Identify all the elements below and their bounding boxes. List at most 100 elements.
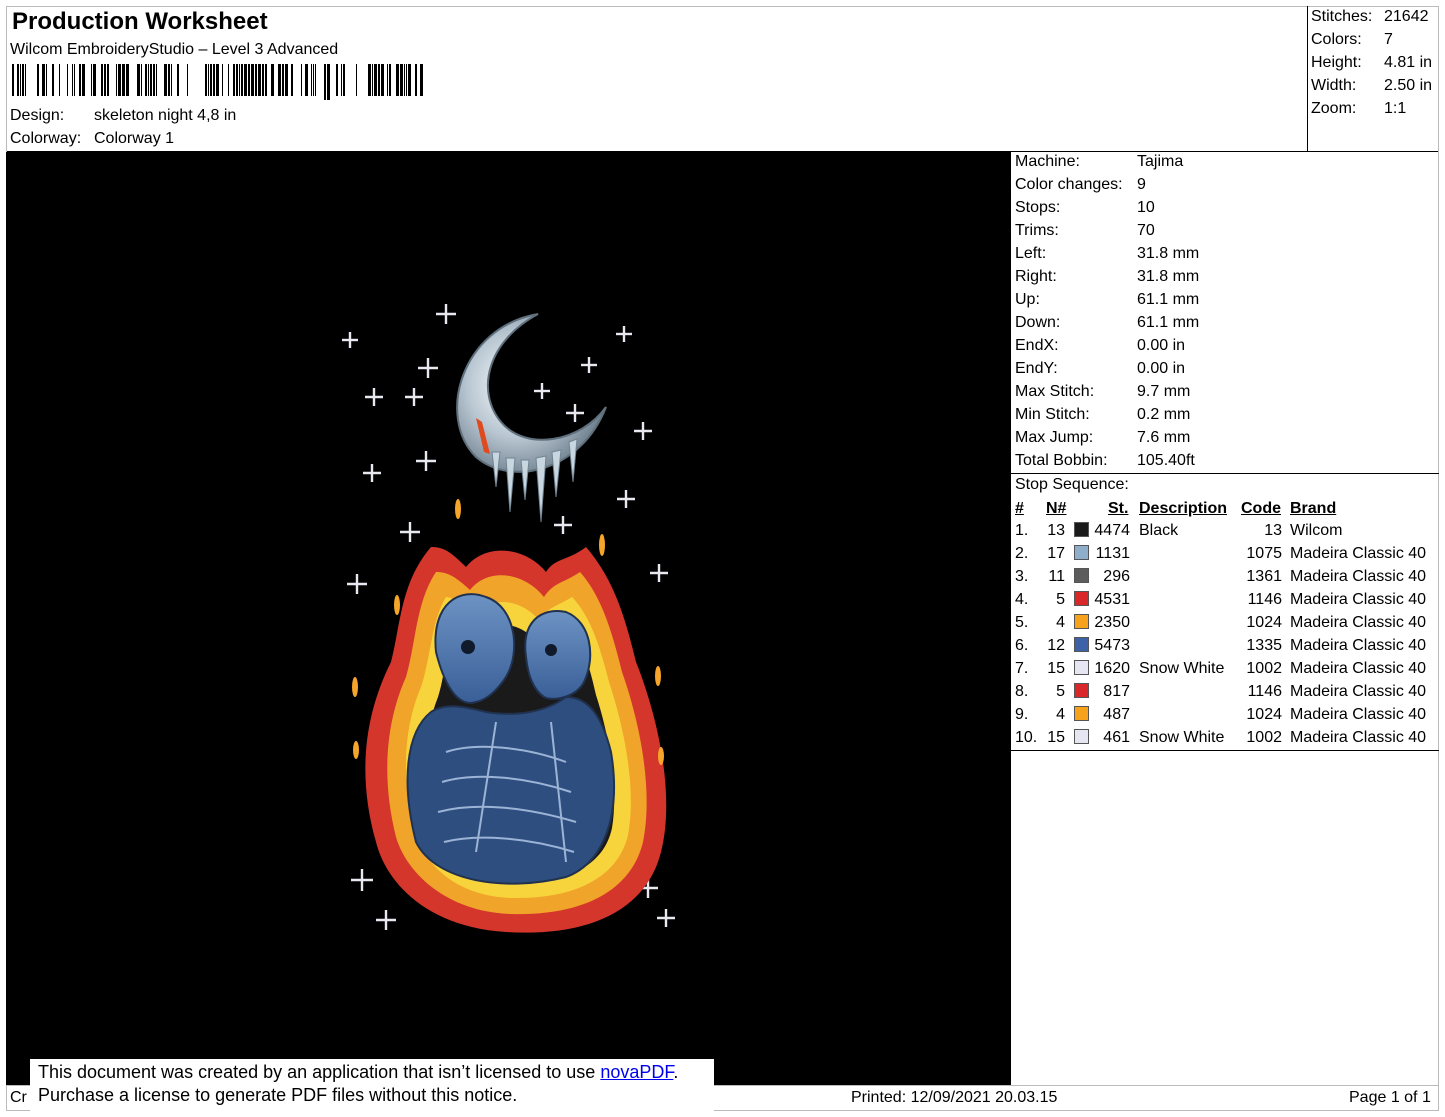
colorway-value: Colorway 1 xyxy=(94,130,175,147)
info-label: Up: xyxy=(1015,291,1040,308)
info-value: 105.40ft xyxy=(1137,452,1195,469)
color-swatch xyxy=(1074,706,1089,721)
color-swatch xyxy=(1074,591,1089,606)
table-row: 6. 12 5473 1335 Madeira Classic 40 xyxy=(1012,637,1438,660)
notice-period: . xyxy=(673,1062,679,1082)
license-notice: This document was created by an applicat… xyxy=(30,1059,714,1111)
truncated-footer-text: Cr xyxy=(10,1089,27,1106)
info-row: EndY: 0.00 in xyxy=(1015,360,1185,378)
row-stitches: 817 xyxy=(1103,683,1130,700)
row-brand: Madeira Classic 40 xyxy=(1290,591,1427,608)
row-stitches: 4531 xyxy=(1094,591,1130,608)
row-num: 8. xyxy=(1015,683,1029,700)
info-row: Min Stitch: 0.2 mm xyxy=(1015,406,1190,424)
barcode xyxy=(12,64,423,100)
row-num: 6. xyxy=(1015,637,1029,654)
row-num: 9. xyxy=(1015,706,1029,723)
row-needle: 5 xyxy=(1056,591,1065,608)
design-value: skeleton night 4,8 in xyxy=(94,107,237,124)
table-row: 2. 17 1131 1075 Madeira Classic 40 xyxy=(1012,545,1438,568)
info-value: 7.6 mm xyxy=(1137,429,1191,446)
row-brand: Madeira Classic 40 xyxy=(1290,545,1427,562)
row-num: 4. xyxy=(1015,591,1029,608)
col-header-brand: Brand xyxy=(1290,500,1337,517)
row-needle: 4 xyxy=(1056,706,1065,723)
row-brand: Madeira Classic 40 xyxy=(1290,706,1427,723)
row-code: 1024 xyxy=(1246,614,1282,631)
stat-value-stitches: 21642 xyxy=(1384,8,1429,25)
row-brand: Madeira Classic 40 xyxy=(1290,637,1427,654)
novapdf-link[interactable]: novaPDF xyxy=(600,1062,673,1082)
notice-line-2: Purchase a license to generate PDF files… xyxy=(38,1085,518,1105)
row-description: Black xyxy=(1139,522,1179,539)
stats-divider xyxy=(1307,6,1308,152)
row-code: 1361 xyxy=(1246,568,1282,585)
table-row: 8. 5 817 1146 Madeira Classic 40 xyxy=(1012,683,1438,706)
info-value: 70 xyxy=(1137,222,1155,239)
info-row: Right: 31.8 mm xyxy=(1015,268,1199,286)
color-swatch xyxy=(1074,660,1089,675)
info-value: 61.1 mm xyxy=(1137,291,1200,308)
color-swatch xyxy=(1074,729,1089,744)
row-needle: 15 xyxy=(1047,729,1065,746)
color-swatch xyxy=(1074,568,1089,583)
row-needle: 11 xyxy=(1048,568,1065,585)
info-label: Max Jump: xyxy=(1015,429,1094,446)
color-swatch xyxy=(1074,614,1089,629)
design-preview xyxy=(6,152,1011,1085)
info-value: 0.00 in xyxy=(1137,360,1186,377)
row-num: 7. xyxy=(1015,660,1029,677)
row-needle: 12 xyxy=(1047,637,1065,654)
software-name: Wilcom EmbroideryStudio – Level 3 Advanc… xyxy=(10,41,339,58)
stat-label-colors: Colors: xyxy=(1311,31,1362,48)
row-num: 1. xyxy=(1015,522,1029,539)
info-row: Machine: Tajima xyxy=(1015,153,1183,171)
info-label: Down: xyxy=(1015,314,1061,331)
info-label: Machine: xyxy=(1015,153,1080,170)
row-code: 13 xyxy=(1264,522,1282,539)
info-label: EndX: xyxy=(1015,337,1059,354)
row-brand: Wilcom xyxy=(1290,522,1343,539)
info-label: Min Stitch: xyxy=(1015,406,1090,423)
row-brand: Madeira Classic 40 xyxy=(1290,729,1427,746)
info-value: 31.8 mm xyxy=(1137,268,1200,285)
info-value: 0.00 in xyxy=(1137,337,1186,354)
row-stitches: 296 xyxy=(1103,568,1130,585)
color-swatch xyxy=(1074,683,1089,698)
table-row: 10. 15 461 Snow White 1002 Madeira Classic 40 xyxy=(1012,729,1438,752)
stat-value-zoom: 1:1 xyxy=(1384,100,1407,117)
info-row: Color changes: 9 xyxy=(1015,176,1146,194)
row-code: 1146 xyxy=(1247,683,1282,700)
info-label: Right: xyxy=(1015,268,1057,285)
row-brand: Madeira Classic 40 xyxy=(1290,683,1427,700)
row-stitches: 5473 xyxy=(1094,637,1130,654)
info-row: Left: 31.8 mm xyxy=(1015,245,1199,263)
info-label: Total Bobbin: xyxy=(1015,452,1108,469)
info-row: Max Stitch: 9.7 mm xyxy=(1015,383,1190,401)
row-needle: 15 xyxy=(1047,660,1065,677)
row-stitches: 461 xyxy=(1103,729,1130,746)
page-title: Production Worksheet xyxy=(12,8,268,35)
table-row: 3. 11 296 1361 Madeira Classic 40 xyxy=(1012,568,1438,591)
table-row: 9. 4 487 1024 Madeira Classic 40 xyxy=(1012,706,1438,729)
stat-value-colors: 7 xyxy=(1384,31,1393,48)
info-row: Max Jump: 7.6 mm xyxy=(1015,429,1190,447)
col-header-stitches: St. xyxy=(1108,500,1129,517)
stat-label-height: Height: xyxy=(1311,54,1362,71)
col-header-description: Description xyxy=(1139,500,1228,517)
printed-timestamp: Printed: 12/09/2021 20.03.15 xyxy=(851,1089,1058,1106)
info-label: EndY: xyxy=(1015,360,1058,377)
row-stitches: 487 xyxy=(1103,706,1130,723)
row-needle: 13 xyxy=(1047,522,1065,539)
row-stitches: 1131 xyxy=(1095,545,1130,562)
row-code: 1002 xyxy=(1246,660,1282,677)
info-label: Left: xyxy=(1015,245,1047,262)
row-stitches: 1620 xyxy=(1094,660,1130,677)
info-label: Trims: xyxy=(1015,222,1059,239)
row-num: 2. xyxy=(1015,545,1029,562)
row-stitches: 2350 xyxy=(1094,614,1130,631)
row-stitches: 4474 xyxy=(1094,522,1130,539)
skeleton-couple xyxy=(406,593,615,885)
row-num: 10. xyxy=(1015,729,1038,746)
row-code: 1075 xyxy=(1246,545,1282,562)
